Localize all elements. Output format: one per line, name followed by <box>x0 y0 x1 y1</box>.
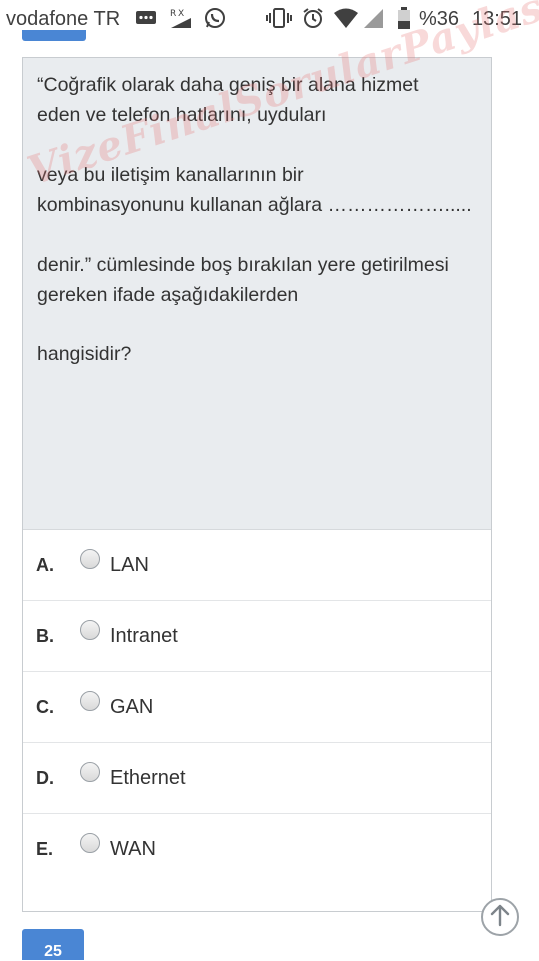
battery-icon <box>396 7 412 29</box>
radio-button[interactable] <box>80 691 100 711</box>
option-letter: D. <box>36 768 54 788</box>
previous-question-tab[interactable] <box>22 30 86 41</box>
radio-button[interactable] <box>80 549 100 569</box>
radio-button[interactable] <box>80 620 100 640</box>
radio-button[interactable] <box>80 762 100 782</box>
option-label[interactable]: GAN <box>110 696 153 719</box>
svg-text:R: R <box>170 9 176 19</box>
svg-text:X: X <box>178 9 184 19</box>
question-line: veya bu iletişim kanallarının bir <box>37 164 304 186</box>
arrow-up-icon <box>489 903 511 932</box>
message-icon <box>134 7 158 29</box>
option-c[interactable]: C. GAN <box>23 672 491 743</box>
option-label[interactable]: LAN <box>110 554 149 577</box>
whatsapp-icon <box>203 7 227 29</box>
scroll-to-top-button[interactable] <box>481 898 519 936</box>
question-number-badge[interactable]: 25 <box>22 929 84 960</box>
question-line: denir.” cümlesinde boş bırakılan yere ge… <box>37 254 449 276</box>
question-number: 25 <box>44 943 62 960</box>
battery-percent: %36 <box>419 8 460 30</box>
option-label[interactable]: Intranet <box>110 625 178 648</box>
option-label[interactable]: WAN <box>110 838 156 861</box>
question-line: eden ve telefon hatlarını, uyduları <box>37 104 327 126</box>
option-letter: E. <box>36 839 54 859</box>
option-label[interactable]: Ethernet <box>110 767 186 790</box>
option-letter: B. <box>36 626 54 646</box>
question-line: “Coğrafik olarak daha geniş bir alana hi… <box>37 74 419 96</box>
question-text-panel: “Coğrafik olarak daha geniş bir alana hi… <box>23 58 491 530</box>
option-d[interactable]: D. Ethernet <box>23 743 491 814</box>
option-e[interactable]: E. WAN <box>23 814 491 884</box>
data-signal-icon: RX <box>167 7 193 29</box>
alarm-icon <box>301 7 325 29</box>
radio-button[interactable] <box>80 833 100 853</box>
clock: 13:51 <box>472 8 523 30</box>
option-a[interactable]: A. LAN <box>23 530 491 601</box>
option-letter: C. <box>36 697 54 717</box>
question-line: kombinasyonunu kullanan ağlara ………………...… <box>37 194 472 216</box>
question-line: gereken ifade aşağıdakilerden <box>37 284 299 306</box>
option-letter: A. <box>36 555 54 575</box>
option-b[interactable]: B. Intranet <box>23 601 491 672</box>
question-card: “Coğrafik olarak daha geniş bir alana hi… <box>22 57 492 912</box>
question-line: hangisidir? <box>37 343 132 365</box>
vibrate-icon <box>266 7 292 29</box>
carrier-name: vodafone TR <box>6 8 121 30</box>
wifi-icon <box>333 7 359 29</box>
cell-signal-icon <box>362 7 384 29</box>
